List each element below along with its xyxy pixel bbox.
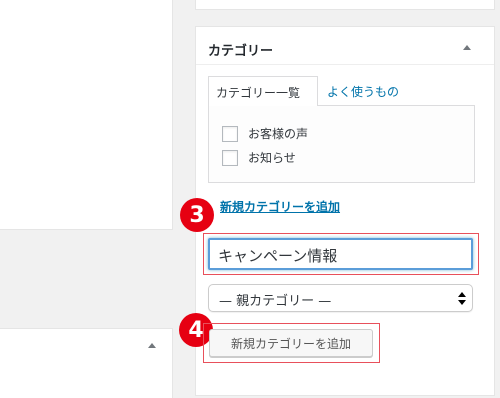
category-item[interactable]: お客様の声 <box>222 125 308 142</box>
select-arrows-icon <box>458 290 466 306</box>
left-meta-box <box>0 328 173 398</box>
collapse-arrow-icon[interactable] <box>148 343 156 348</box>
category-checklist <box>208 105 475 183</box>
category-label: お知らせ <box>248 151 296 165</box>
category-checkbox[interactable] <box>222 125 238 142</box>
category-label: お客様の声 <box>248 127 309 141</box>
add-new-category-button[interactable]: 新規カテゴリーを追加 <box>209 329 373 357</box>
tab-all-categories[interactable]: カテゴリー一覧 <box>208 76 318 106</box>
sidebar-previous-box <box>195 0 495 10</box>
category-box-title: カテゴリー <box>208 44 274 59</box>
step-3-badge: 3 <box>180 198 214 232</box>
parent-select-value: — 親カテゴリー — <box>219 294 332 309</box>
new-category-input[interactable]: キャンペーン情報 <box>208 238 473 270</box>
divider <box>196 64 494 65</box>
parent-category-select[interactable]: — 親カテゴリー — <box>208 284 473 312</box>
collapse-arrow-icon[interactable] <box>463 45 471 50</box>
add-new-category-link[interactable]: 新規カテゴリーを追加 <box>220 198 340 215</box>
editor-content-area[interactable] <box>0 0 173 230</box>
category-item[interactable]: お知らせ <box>222 149 296 166</box>
category-checkbox[interactable] <box>222 149 238 166</box>
tab-most-used[interactable]: よく使うもの <box>327 83 399 100</box>
